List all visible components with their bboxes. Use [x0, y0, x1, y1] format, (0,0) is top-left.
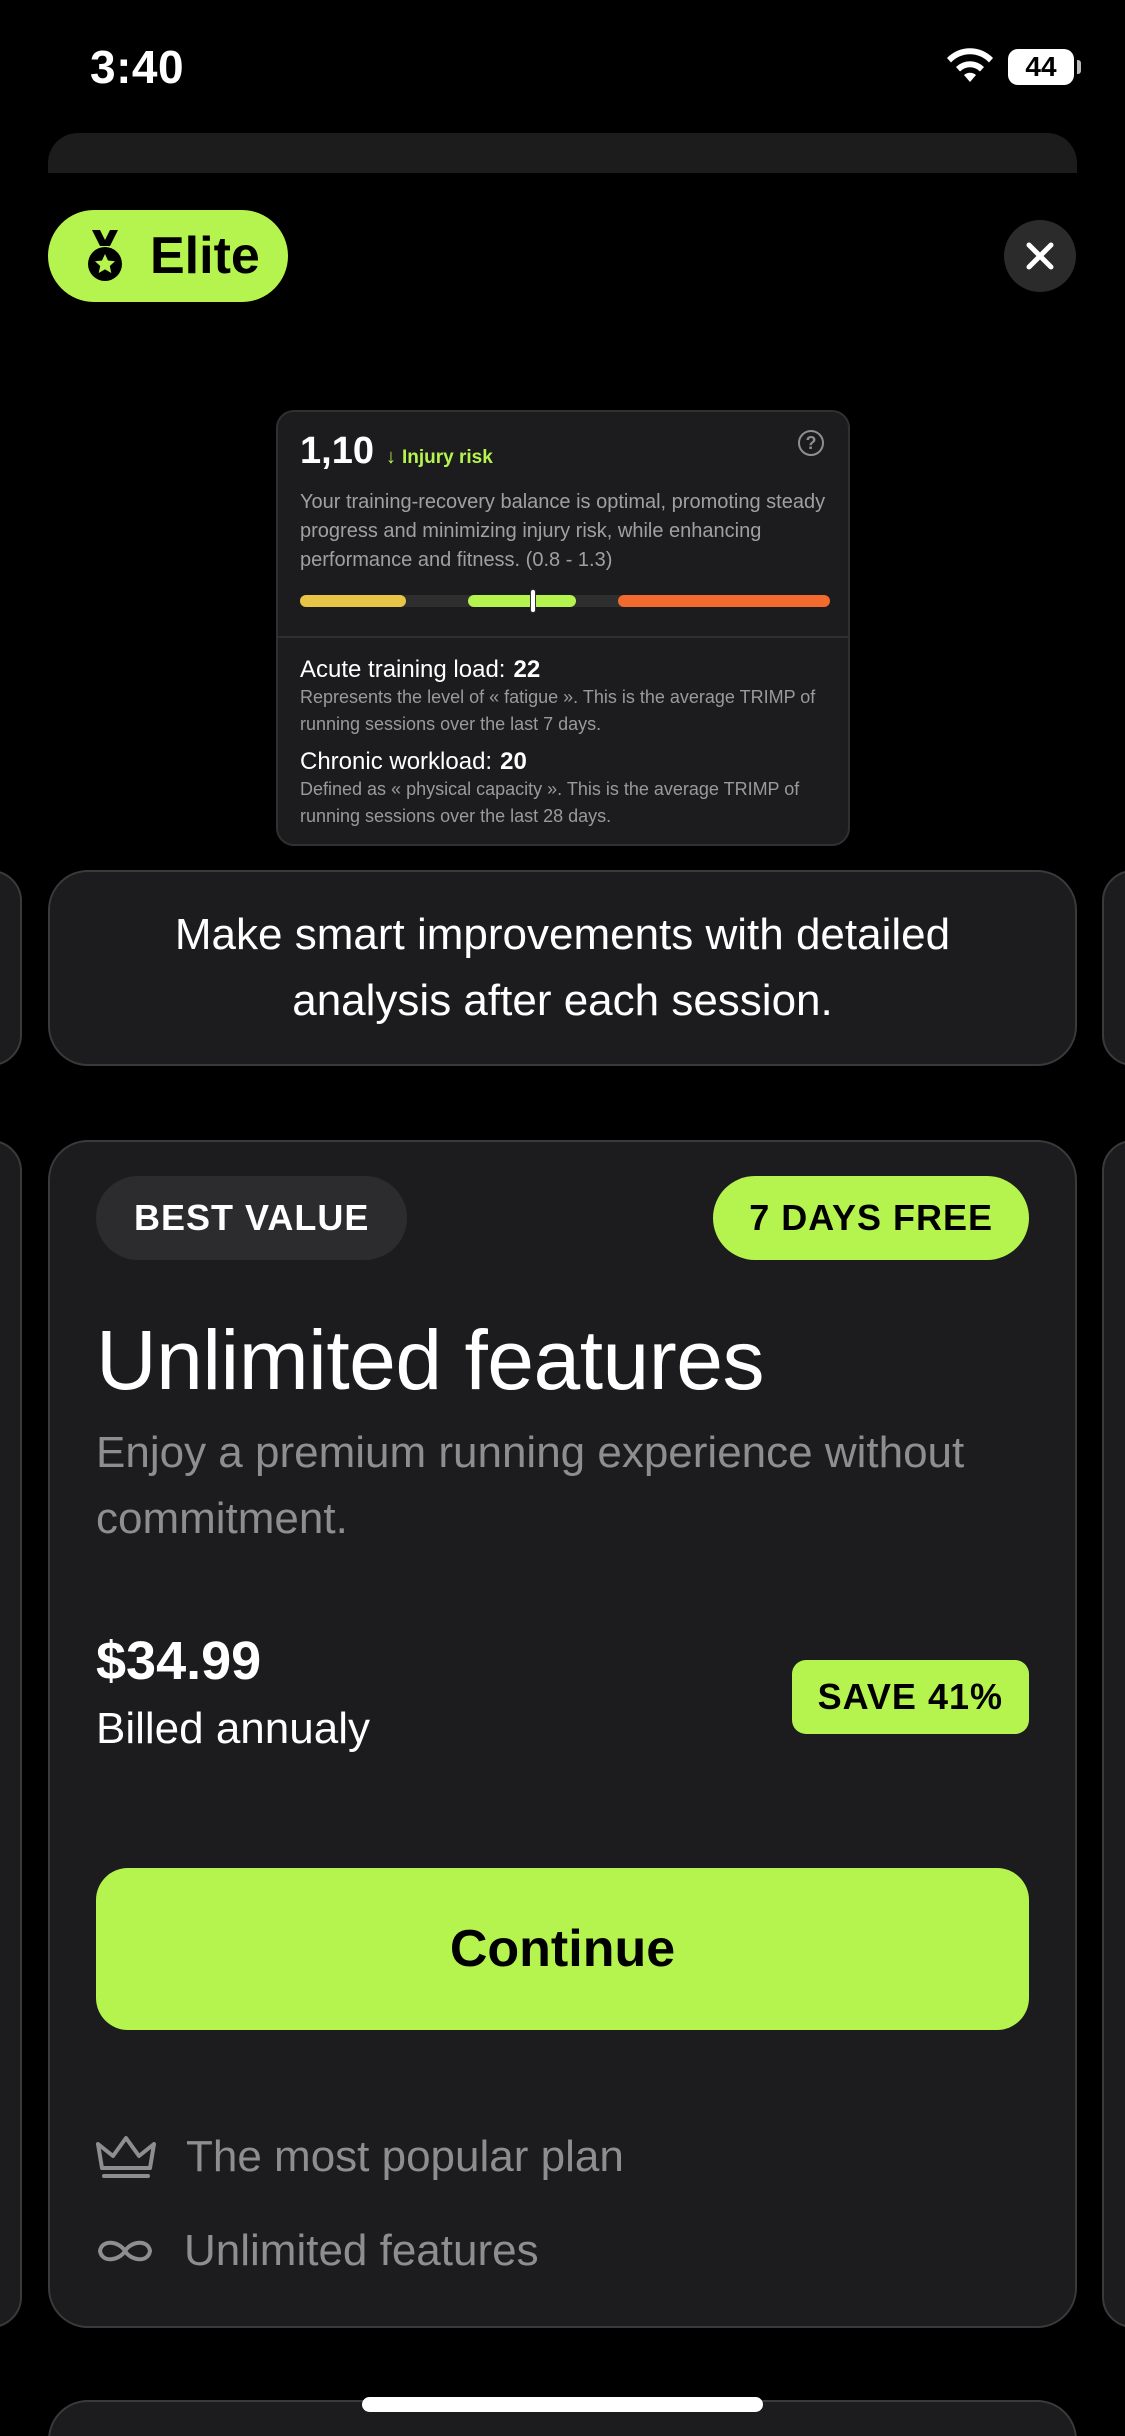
acute-load-description: Represents the level of « fatigue ». Thi… — [300, 687, 816, 734]
gauge-low-segment — [300, 595, 406, 607]
plan-price: $34.99 — [96, 1631, 262, 1691]
help-icon[interactable]: ? — [798, 430, 824, 456]
gauge-optimal-segment — [468, 595, 576, 607]
divider — [278, 636, 848, 638]
close-icon — [1026, 242, 1054, 270]
gauge-high-segment — [618, 595, 830, 607]
plan-prev-card[interactable] — [0, 1140, 22, 2328]
elite-badge: Elite — [48, 210, 288, 302]
chronic-workload-label: Chronic workload: — [300, 748, 493, 775]
home-indicator[interactable] — [362, 2397, 763, 2412]
screen: 3:40 44 Elite 1,10 ↓ Injury risk ? Your … — [0, 0, 1125, 2436]
acute-load-value: 22 — [513, 656, 541, 683]
injury-risk-label: ↓ Injury risk — [386, 446, 493, 469]
training-balance-preview: 1,10 ↓ Injury risk ? Your training-recov… — [276, 410, 850, 846]
feature-caption: Make smart improvements with detailed an… — [48, 870, 1077, 1066]
plan-title: Unlimited features — [96, 1313, 764, 1407]
close-button[interactable] — [1004, 220, 1076, 292]
carousel-next-card[interactable] — [1102, 870, 1125, 1066]
acute-load-label: Acute training load: — [300, 656, 506, 683]
feature-item: Unlimited features — [96, 2226, 539, 2276]
carousel-prev-card[interactable] — [0, 870, 22, 1066]
chronic-workload-metric: Chronic workload: 20 — [300, 748, 527, 776]
infinity-icon — [97, 2240, 153, 2262]
billing-period: Billed annualy — [96, 1704, 370, 1753]
feature-label: The most popular plan — [186, 2132, 624, 2181]
wifi-icon — [947, 48, 993, 82]
chronic-workload-value: 20 — [500, 748, 527, 775]
continue-button[interactable]: Continue — [96, 1868, 1029, 2030]
balance-gauge — [300, 589, 830, 613]
injury-risk-text: Injury risk — [402, 446, 493, 468]
status-time: 3:40 — [90, 41, 185, 93]
acute-load-metric: Acute training load: 22 — [300, 656, 540, 684]
save-badge: SAVE 41% — [791, 1660, 1029, 1734]
feature-item: The most popular plan — [96, 2132, 624, 2182]
arrow-down-icon: ↓ — [386, 446, 396, 468]
medal-icon — [88, 230, 122, 281]
battery-indicator: 44 — [1008, 49, 1081, 85]
plan-next-card[interactable] — [1102, 1140, 1125, 2328]
plan-card[interactable]: BEST VALUE 7 DAYS FREE Unlimited feature… — [48, 1140, 1077, 2328]
plan-description: Enjoy a premium running experience witho… — [96, 1428, 965, 1543]
elite-label: Elite — [150, 227, 260, 285]
crown-icon — [96, 2136, 156, 2178]
gauge-needle — [530, 589, 537, 613]
balance-ratio: 1,10 — [300, 430, 374, 472]
best-value-badge: BEST VALUE — [96, 1176, 408, 1260]
balance-description: Your training-recovery balance is optima… — [300, 491, 826, 571]
feature-label: Unlimited features — [184, 2226, 539, 2275]
sheet-top-edge — [48, 133, 1077, 173]
chronic-workload-description: Defined as « physical capacity ». This i… — [300, 779, 800, 826]
free-trial-badge: 7 DAYS FREE — [713, 1176, 1029, 1260]
